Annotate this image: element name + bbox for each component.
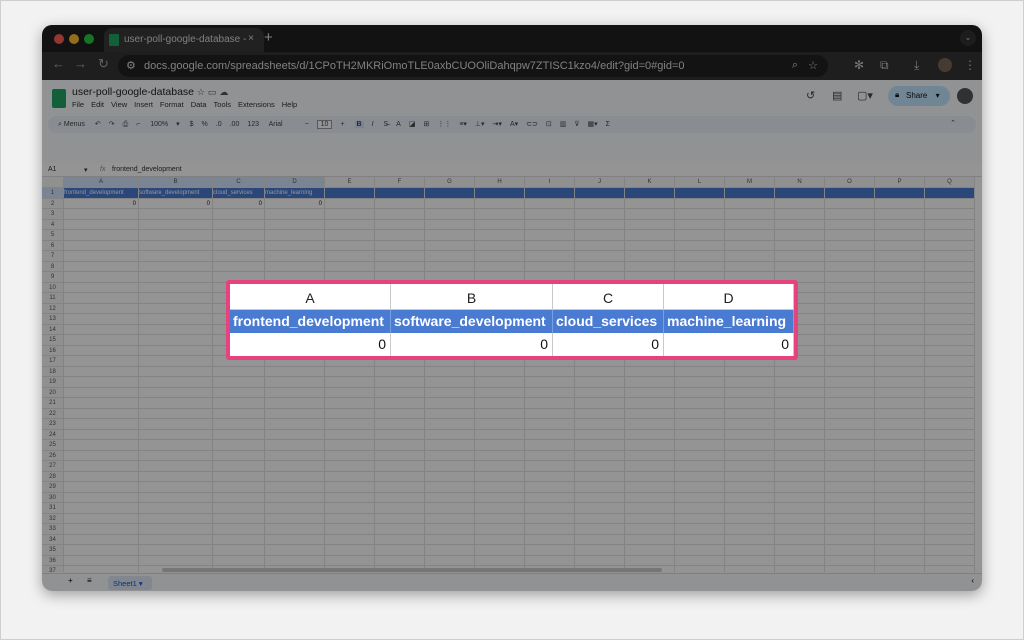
callout-value-cell: 0 xyxy=(230,333,391,356)
callout-label-cell: software_development xyxy=(391,310,553,333)
callout-label-cell: cloud_services xyxy=(553,310,664,333)
callout-value-cell: 0 xyxy=(664,333,794,356)
callout-column-header: B xyxy=(391,284,553,310)
callout-label-cell: frontend_development xyxy=(230,310,391,333)
callout-column-header: C xyxy=(553,284,664,310)
highlight-callout: Afrontend_development 0 Bsoftware_developm… xyxy=(226,280,798,360)
callout-value-cell: 0 xyxy=(553,333,664,356)
callout-label-cell: machine_learning xyxy=(664,310,794,333)
callout-value-cell: 0 xyxy=(391,333,553,356)
callout-column-header: D xyxy=(664,284,794,310)
callout-column-header: A xyxy=(230,284,391,310)
